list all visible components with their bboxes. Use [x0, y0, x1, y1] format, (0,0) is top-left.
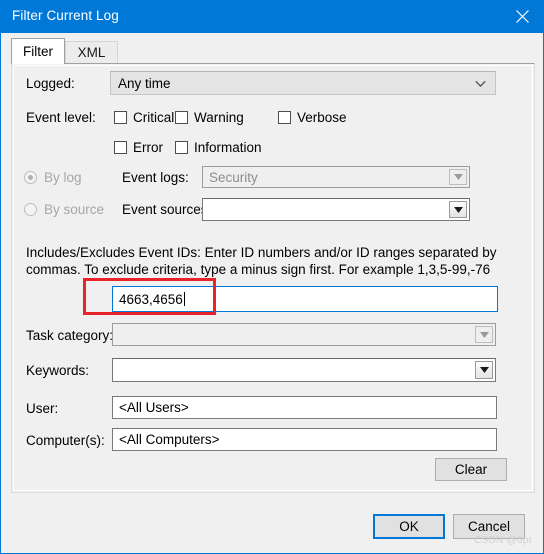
- keywords-combobox[interactable]: [112, 358, 496, 382]
- logged-label: Logged:: [26, 76, 75, 91]
- checkbox-warning-label: Warning: [194, 110, 244, 125]
- close-icon[interactable]: [499, 1, 543, 32]
- checkbox-information[interactable]: Information: [175, 140, 262, 155]
- checkbox-critical-label: Critical: [133, 110, 175, 125]
- radio-by-log-label: By log: [44, 170, 82, 185]
- logged-value: Any time: [118, 75, 171, 91]
- event-sources-label: Event sources:: [122, 202, 212, 217]
- computers-value: <All Computers>: [119, 432, 220, 447]
- dropdown-arrow-icon[interactable]: [449, 201, 467, 218]
- event-logs-value: Security: [209, 169, 258, 185]
- checkbox-verbose[interactable]: Verbose: [278, 110, 347, 125]
- clear-button[interactable]: Clear: [435, 458, 507, 481]
- tab-xml-label: XML: [77, 45, 106, 60]
- event-sources-combobox[interactable]: [202, 198, 470, 221]
- annotation-highlight-rect: [83, 278, 216, 315]
- dropdown-arrow-icon[interactable]: [449, 169, 467, 185]
- checkbox-box-icon: [114, 111, 127, 124]
- window-title: Filter Current Log: [12, 8, 119, 23]
- radio-by-source-label: By source: [44, 202, 105, 217]
- dropdown-arrow-icon[interactable]: [475, 361, 493, 379]
- user-value: <All Users>: [119, 400, 189, 415]
- checkbox-box-icon: [175, 141, 188, 154]
- event-logs-combobox[interactable]: Security: [202, 166, 470, 188]
- radio-unselected-icon: [24, 203, 37, 216]
- clear-button-label: Clear: [454, 462, 488, 477]
- radio-selected-icon: [24, 171, 37, 184]
- checkbox-verbose-label: Verbose: [297, 110, 347, 125]
- checkbox-box-icon: [278, 111, 291, 124]
- radio-by-log[interactable]: By log: [24, 170, 82, 185]
- title-bar: Filter Current Log: [1, 1, 543, 33]
- cancel-button-label: Cancel: [467, 519, 511, 534]
- event-logs-label: Event logs:: [122, 170, 189, 185]
- ok-button-label: OK: [399, 519, 419, 534]
- watermark: CSDN @0pr: [474, 535, 533, 546]
- checkbox-error-label: Error: [133, 140, 163, 155]
- user-label: User:: [26, 401, 59, 416]
- event-level-label: Event level:: [26, 110, 96, 125]
- tab-xml[interactable]: XML: [65, 41, 118, 63]
- task-category-combobox[interactable]: [112, 323, 496, 346]
- computers-input[interactable]: <All Computers>: [112, 428, 497, 451]
- filter-current-log-dialog: Filter Current Log Filter XML Logged: An…: [0, 0, 544, 554]
- computers-label: Computer(s):: [26, 433, 105, 448]
- checkbox-critical[interactable]: Critical: [114, 110, 174, 125]
- checkbox-information-label: Information: [194, 140, 262, 155]
- ok-button[interactable]: OK: [373, 514, 445, 539]
- keywords-label: Keywords:: [26, 363, 90, 378]
- logged-combobox[interactable]: Any time: [110, 71, 496, 95]
- dropdown-arrow-icon[interactable]: [475, 326, 493, 343]
- user-input[interactable]: <All Users>: [112, 396, 497, 419]
- tab-filter-label: Filter: [23, 44, 53, 59]
- radio-by-source[interactable]: By source: [24, 202, 104, 217]
- checkbox-warning[interactable]: Warning: [175, 110, 244, 125]
- tab-filter[interactable]: Filter: [11, 38, 65, 64]
- checkbox-box-icon: [114, 141, 127, 154]
- chevron-down-icon: [475, 76, 486, 91]
- checkbox-box-icon: [175, 111, 188, 124]
- event-ids-hint: Includes/Excludes Event IDs: Enter ID nu…: [26, 245, 497, 277]
- task-category-label: Task category:: [26, 328, 114, 343]
- checkbox-error[interactable]: Error: [114, 140, 163, 155]
